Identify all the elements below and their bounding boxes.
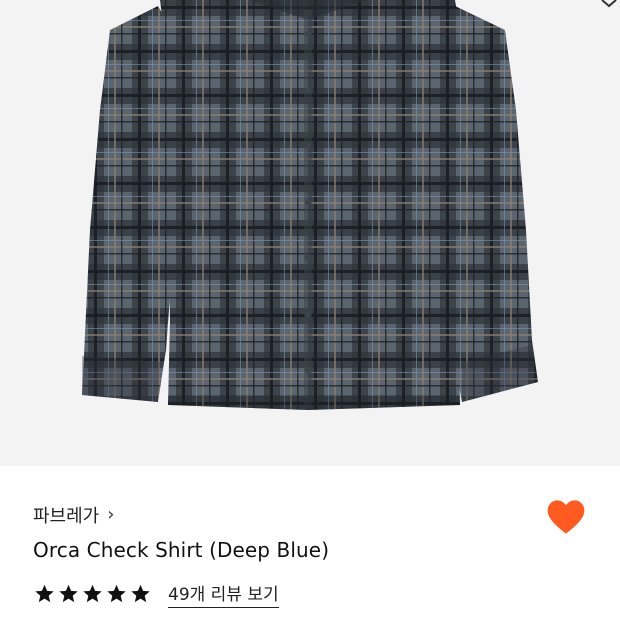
brand-name: 파브레가 xyxy=(33,506,100,527)
star-icon xyxy=(57,583,80,605)
star-icon xyxy=(129,583,152,605)
heart-icon xyxy=(547,500,585,534)
brand-link[interactable]: 파브레가 › xyxy=(33,502,114,528)
product-image[interactable] xyxy=(0,0,620,466)
product-detail-page: 파브레가 › Orca Check Shirt (Deep Blue) 49개 … xyxy=(0,0,620,620)
shirt-image xyxy=(0,0,620,466)
product-info: 파브레가 › Orca Check Shirt (Deep Blue) 49개 … xyxy=(0,466,620,620)
rating-row: 49개 리뷰 보기 xyxy=(33,580,279,608)
chevron-right-icon: › xyxy=(107,504,115,525)
star-icon xyxy=(105,583,128,605)
star-icon xyxy=(33,583,56,605)
star-rating xyxy=(33,583,152,605)
star-icon xyxy=(81,583,104,605)
favorite-button[interactable] xyxy=(546,498,586,536)
partial-icon xyxy=(601,0,617,8)
product-title: Orca Check Shirt (Deep Blue) xyxy=(33,538,330,562)
reviews-link[interactable]: 49개 리뷰 보기 xyxy=(168,580,279,608)
